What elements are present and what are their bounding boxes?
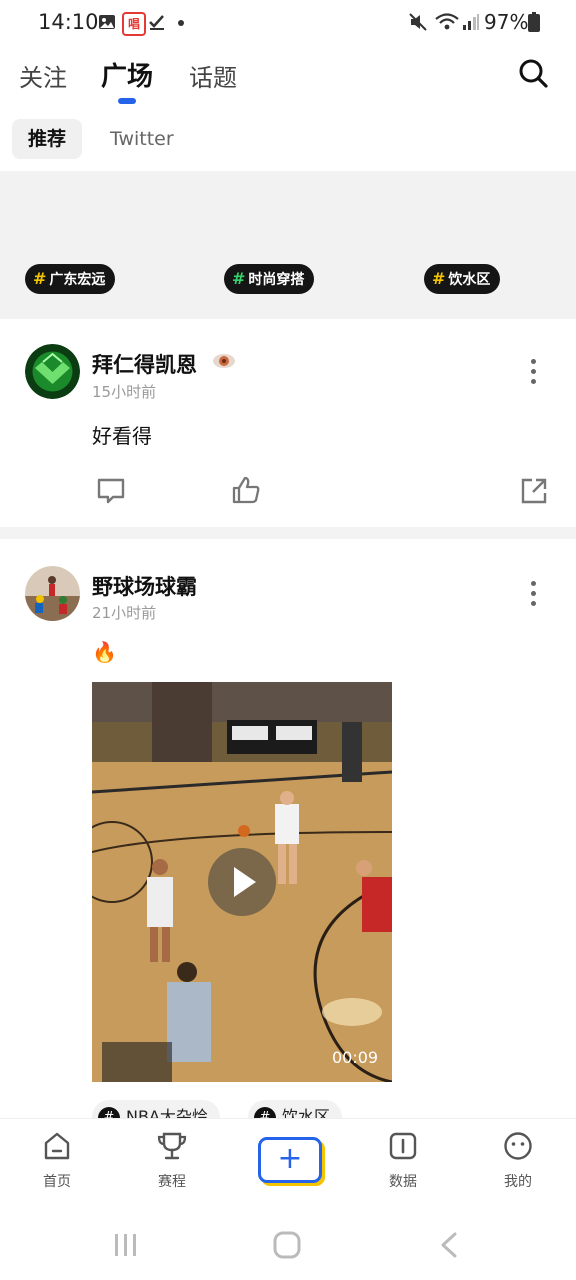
hash-icon: # — [432, 269, 446, 288]
signal-icon — [463, 14, 479, 30]
avatar[interactable] — [25, 344, 80, 399]
video-player[interactable]: 00:09 — [92, 682, 392, 1082]
like-icon[interactable] — [231, 475, 261, 505]
tab-topics[interactable]: 话题 — [189, 58, 237, 93]
tab-following[interactable]: 关注 — [19, 58, 67, 93]
banner-tag-label: 广东宏远 — [49, 272, 106, 288]
dot-icon — [178, 20, 184, 26]
battery-text: 97% — [484, 10, 529, 34]
post-text: 好看得 — [92, 424, 152, 448]
mute-icon — [409, 13, 427, 31]
add-post-button[interactable]: + — [258, 1137, 322, 1183]
play-button[interactable] — [208, 848, 276, 916]
avatar[interactable] — [25, 566, 80, 621]
hash-icon: # — [33, 269, 47, 288]
nav-home-label: 首页 — [43, 1174, 71, 1190]
post-time: 15小时前 — [92, 383, 157, 401]
banner-tag[interactable]: # 广东宏远 — [25, 264, 116, 294]
share-icon[interactable] — [519, 476, 549, 506]
nav-home[interactable]: 首页 — [22, 1131, 92, 1191]
bottom-nav: 首页 赛程 + 数据 我的 — [0, 1118, 576, 1201]
back-icon[interactable] — [438, 1231, 460, 1259]
nav-data-label: 数据 — [389, 1174, 417, 1190]
top-tabs: 关注 广场 话题 — [0, 46, 576, 106]
post-divider — [0, 527, 576, 539]
hash-icon: # — [232, 269, 246, 288]
banner-tag-label: 时尚穿搭 — [248, 272, 305, 288]
nav-schedule-label: 赛程 — [158, 1174, 186, 1190]
battery-icon — [528, 12, 540, 32]
post-text: 🔥 — [92, 640, 117, 664]
banner-tag-label: 饮水区 — [448, 272, 491, 288]
banner-tag[interactable]: # 时尚穿搭 — [224, 264, 315, 294]
topic-banner: # 广东宏远 # 时尚穿搭 # 饮水区 — [0, 171, 576, 319]
comment-icon[interactable] — [96, 476, 126, 506]
badge-icon — [213, 354, 235, 368]
nav-profile-label: 我的 — [504, 1174, 532, 1190]
app-badge-icon: 唱 — [122, 12, 146, 36]
nav-profile[interactable]: 我的 — [483, 1131, 553, 1191]
image-icon — [99, 15, 115, 29]
search-icon[interactable] — [518, 58, 548, 88]
post-author[interactable]: 拜仁得凯恩 — [92, 349, 197, 379]
status-time: 14:10 — [38, 10, 99, 34]
post-time: 21小时前 — [92, 604, 157, 622]
system-navigation-bar — [0, 1200, 576, 1280]
subtab-twitter[interactable]: Twitter — [110, 119, 174, 159]
profile-icon — [504, 1132, 532, 1160]
nav-schedule[interactable]: 赛程 — [137, 1131, 207, 1191]
tab-square[interactable]: 广场 — [101, 56, 153, 93]
plus-icon: + — [277, 1141, 303, 1176]
data-icon — [389, 1132, 417, 1160]
check-icon — [149, 15, 164, 30]
active-tab-indicator — [118, 98, 136, 104]
more-options-icon[interactable] — [524, 359, 542, 389]
banner-tag[interactable]: # 饮水区 — [424, 264, 501, 294]
post-author[interactable]: 野球场球霸 — [92, 571, 197, 601]
trophy-icon — [157, 1132, 187, 1160]
play-icon — [234, 867, 256, 897]
recent-apps-icon[interactable] — [112, 1232, 140, 1258]
home-button-icon[interactable] — [273, 1231, 301, 1259]
home-icon — [44, 1132, 70, 1160]
status-bar: 14:10 唱 97% — [0, 0, 576, 46]
subtab-recommended[interactable]: 推荐 — [12, 119, 82, 159]
wifi-icon — [435, 13, 459, 30]
video-duration: 00:09 — [332, 1048, 379, 1067]
nav-data[interactable]: 数据 — [368, 1131, 438, 1191]
post-card: 拜仁得凯恩 15小时前 好看得 — [0, 319, 576, 527]
more-options-icon[interactable] — [524, 581, 542, 611]
